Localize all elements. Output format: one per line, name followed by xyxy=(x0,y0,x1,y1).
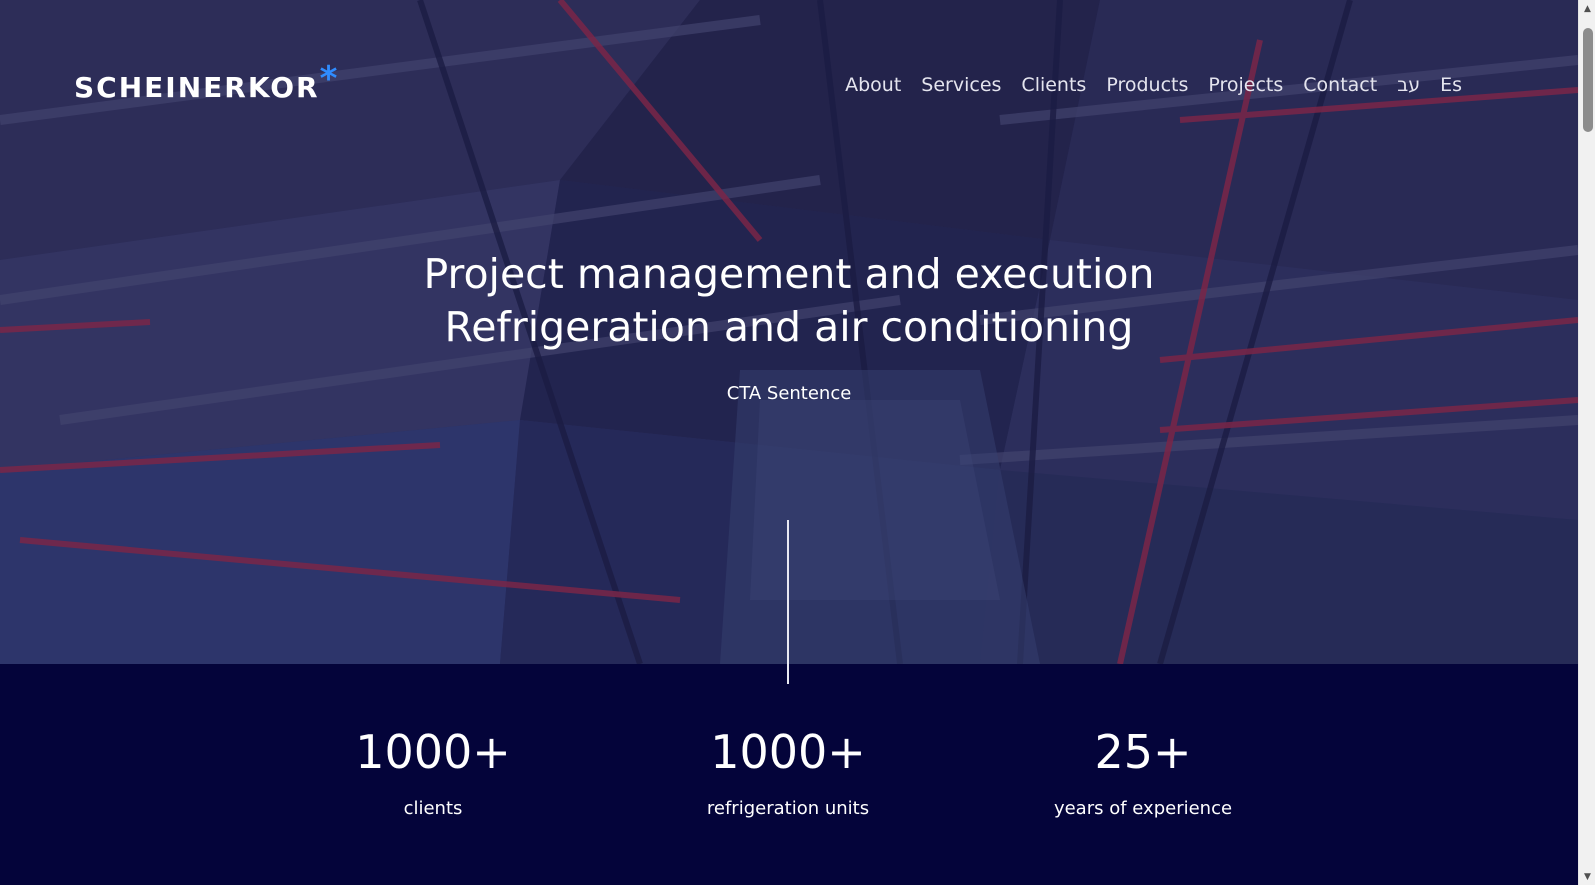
headline-line-1: Project management and execution xyxy=(423,250,1155,298)
nav-services[interactable]: Services xyxy=(921,70,1001,100)
nav-clients[interactable]: Clients xyxy=(1021,70,1086,100)
nav-language-hebrew[interactable]: עב xyxy=(1397,70,1420,100)
stat-label: refrigeration units xyxy=(706,798,870,819)
stat-refrigeration-units: 1000+ refrigeration units xyxy=(628,724,948,822)
nav-language-spanish[interactable]: Es xyxy=(1440,70,1462,100)
vertical-scrollbar[interactable]: ▲ ▼ xyxy=(1578,0,1595,885)
stat-clients: 1000+ clients xyxy=(273,724,593,822)
nav-about[interactable]: About xyxy=(845,70,901,100)
nav-contact[interactable]: Contact xyxy=(1303,70,1377,100)
headline-line-2: Refrigeration and air conditioning xyxy=(444,303,1134,351)
stat-years-experience: 25+ years of experience xyxy=(983,724,1303,822)
hero-section: SCHEINERKOR * About Services Clients Pro… xyxy=(0,0,1578,664)
site-logo[interactable]: SCHEINERKOR * xyxy=(74,59,340,108)
hero-headline: Project management and execution Refrige… xyxy=(0,248,1578,354)
stat-value: 1000+ xyxy=(710,725,866,779)
nav-projects[interactable]: Projects xyxy=(1208,70,1283,100)
logo-wordmark: SCHEINERKOR xyxy=(74,71,320,104)
stat-value: 25+ xyxy=(1094,725,1192,779)
scroll-up-arrow-icon[interactable]: ▲ xyxy=(1579,0,1595,17)
cta-sentence: CTA Sentence xyxy=(726,383,852,404)
nav-products[interactable]: Products xyxy=(1106,70,1188,100)
stat-label: clients xyxy=(403,798,463,819)
stat-value: 1000+ xyxy=(355,725,511,779)
logo-asterisk-icon: * xyxy=(319,59,340,99)
scroll-down-arrow-icon[interactable]: ▼ xyxy=(1579,868,1595,885)
main-navigation: About Services Clients Products Projects… xyxy=(845,70,1462,100)
scroll-divider-line xyxy=(787,520,789,684)
scrollbar-thumb[interactable] xyxy=(1583,28,1593,132)
stats-section: 1000+ clients 1000+ refrigeration units … xyxy=(0,664,1578,885)
stat-label: years of experience xyxy=(1053,798,1233,819)
